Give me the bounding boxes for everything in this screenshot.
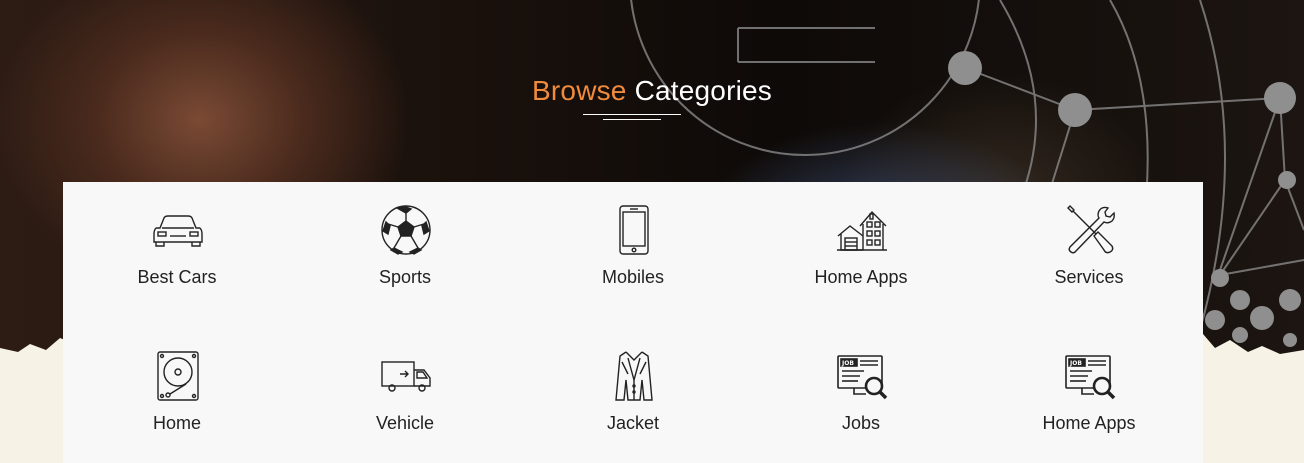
car-icon — [152, 204, 204, 256]
houses-icon — [836, 204, 888, 256]
soccer-ball-icon — [380, 204, 432, 256]
mobile-phone-icon — [608, 204, 660, 256]
category-jacket[interactable]: Jacket — [519, 350, 747, 463]
category-label: Best Cars — [137, 267, 217, 287]
hard-drive-icon — [152, 350, 204, 402]
category-label: Jacket — [606, 413, 660, 433]
category-best-cars[interactable]: Best Cars — [63, 204, 291, 324]
category-sports[interactable]: Sports — [291, 204, 519, 324]
category-home-apps[interactable]: Home Apps — [747, 204, 975, 324]
category-label: Services — [1054, 267, 1124, 287]
job-search-icon: JOB — [836, 350, 888, 402]
truck-icon — [380, 350, 432, 402]
svg-text:JOB: JOB — [1069, 360, 1082, 367]
heading-accent: Browse — [532, 75, 627, 106]
category-home-apps-2[interactable]: JOB Home Apps — [975, 350, 1203, 463]
categories-panel: Best Cars Sports Mobiles Home Apps Servi… — [63, 182, 1203, 463]
heading-underline-short — [603, 119, 661, 120]
category-home[interactable]: Home — [63, 350, 291, 463]
category-services[interactable]: Services — [975, 204, 1203, 324]
category-label: Sports — [378, 267, 432, 287]
job-search-icon: JOB — [1064, 350, 1116, 402]
section-heading: Browse Categories — [0, 74, 1304, 108]
category-label: Vehicle — [375, 413, 435, 433]
category-label: Home Apps — [814, 267, 908, 287]
heading-main: Categories — [634, 75, 772, 106]
hero-section: Browse Categories Best Cars Sports Mobil… — [0, 0, 1304, 463]
tools-icon — [1064, 204, 1116, 256]
category-label: Home — [152, 413, 201, 433]
heading-underline — [583, 114, 681, 115]
category-label: Jobs — [841, 413, 881, 433]
category-mobiles[interactable]: Mobiles — [519, 204, 747, 324]
jacket-icon — [608, 350, 660, 402]
svg-text:JOB: JOB — [841, 360, 854, 367]
category-label: Mobiles — [601, 267, 665, 287]
category-vehicle[interactable]: Vehicle — [291, 350, 519, 463]
category-label: Home Apps — [1042, 413, 1136, 433]
category-jobs[interactable]: JOB Jobs — [747, 350, 975, 463]
